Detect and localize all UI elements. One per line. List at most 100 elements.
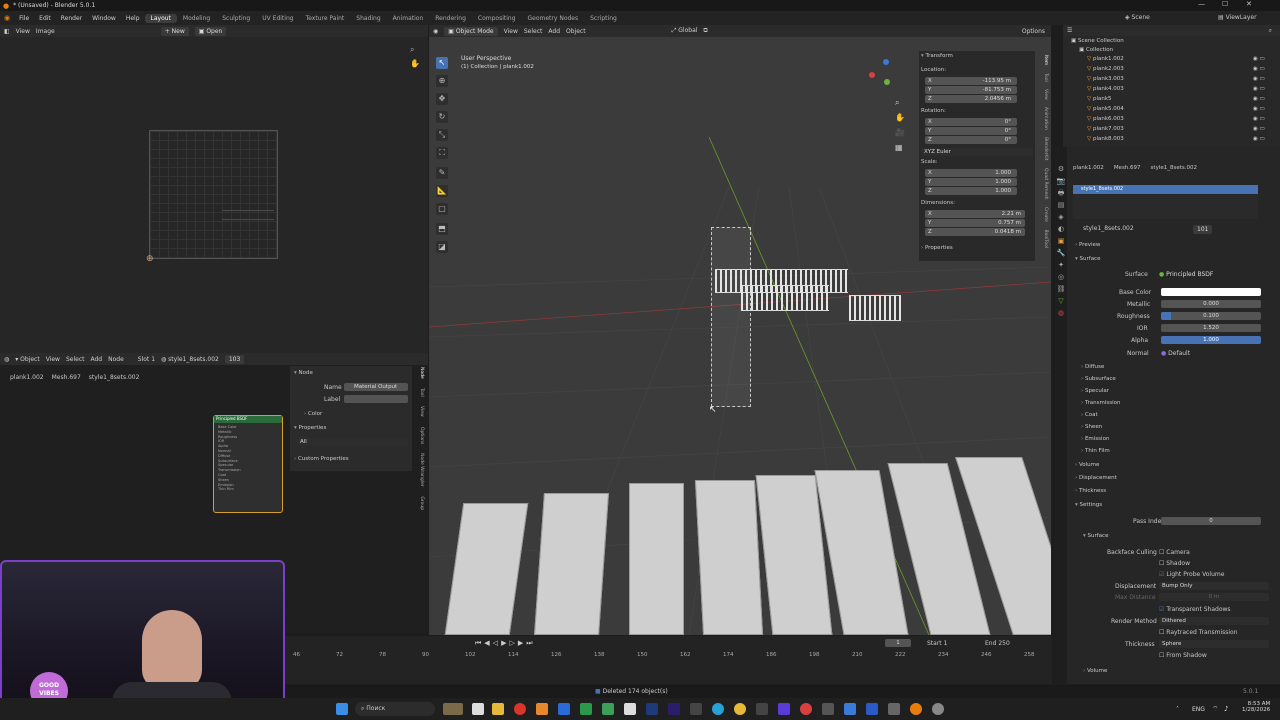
- particles-tab-icon[interactable]: ✦: [1055, 259, 1067, 271]
- rotation-z-field[interactable]: Z 0°: [925, 136, 1017, 144]
- app-icon[interactable]: [558, 703, 570, 715]
- vp-tab-blenderkit[interactable]: BlenderKit: [1043, 137, 1048, 160]
- camera-checkbox[interactable]: ☐ Camera: [1159, 549, 1190, 556]
- tab-layout[interactable]: Layout: [144, 13, 177, 23]
- material-users-count[interactable]: 103: [224, 354, 245, 364]
- outliner-object-row[interactable]: ▽ plank8.003 ◉ ▭: [1063, 136, 1280, 146]
- dimension-x-field[interactable]: X 2.21 m: [925, 210, 1025, 218]
- menu-help[interactable]: Help: [121, 15, 145, 22]
- surface-subsection[interactable]: Specular: [1081, 388, 1109, 394]
- vp-tab-booltool[interactable]: BoolTool: [1043, 230, 1048, 249]
- node-properties-section[interactable]: Properties: [294, 425, 327, 431]
- node-editor-type-icon[interactable]: ◍: [4, 356, 9, 363]
- blender-menu-icon[interactable]: ◉: [4, 14, 10, 22]
- outliner-object-row[interactable]: ▽ plank3.003 ◉ ▭: [1063, 76, 1280, 86]
- node-add-menu[interactable]: Add: [90, 356, 102, 363]
- outliner-object-row[interactable]: ▽ plank4.003 ◉ ▭: [1063, 86, 1280, 96]
- normal-select[interactable]: ● Default: [1161, 350, 1190, 357]
- annotate-tool-icon[interactable]: ✎: [436, 167, 448, 179]
- app-icon[interactable]: [822, 703, 834, 715]
- app-icon[interactable]: [690, 703, 702, 715]
- language-indicator[interactable]: ENG: [1192, 706, 1205, 713]
- volume-section[interactable]: Volume: [1075, 462, 1099, 468]
- transform-tool-icon[interactable]: ⛶: [436, 147, 448, 159]
- outliner-object-row[interactable]: ▽ plank1.002 ◉ ▭: [1063, 56, 1280, 66]
- blender-taskbar-icon[interactable]: [910, 703, 922, 715]
- viewport-view-menu[interactable]: View: [504, 28, 518, 35]
- image-new-button[interactable]: + New: [160, 26, 189, 36]
- pan-hand-icon[interactable]: ✋: [410, 59, 420, 68]
- scale-z-field[interactable]: Z 1.000: [925, 187, 1017, 195]
- material-tab-icon[interactable]: ◍: [1055, 307, 1067, 319]
- surface-subsection[interactable]: Transmission: [1081, 400, 1121, 406]
- tab-geometry-nodes[interactable]: Geometry Nodes: [522, 14, 585, 23]
- world-tab-icon[interactable]: ◐: [1055, 223, 1067, 235]
- visibility-eye-icon[interactable]: ◉ ▭: [1253, 116, 1265, 122]
- scene-selector[interactable]: ◈ Scene: [1125, 14, 1150, 21]
- file-explorer-icon[interactable]: [492, 703, 504, 715]
- node-tab-view[interactable]: View: [419, 406, 424, 417]
- minimize-button[interactable]: —: [1198, 0, 1205, 8]
- tab-animation[interactable]: Animation: [387, 14, 430, 23]
- outliner-object-row[interactable]: ▽ plank5.004 ◉ ▭: [1063, 106, 1280, 116]
- node-color-section[interactable]: Color: [304, 411, 322, 417]
- app-icon[interactable]: [580, 703, 592, 715]
- telegram-icon[interactable]: [712, 703, 724, 715]
- node-section[interactable]: Node: [294, 370, 313, 376]
- surface-subsection[interactable]: Subsurface: [1081, 376, 1116, 382]
- transparent-shadows-checkbox[interactable]: ☑ Transparent Shadows: [1159, 606, 1231, 613]
- render-method-select[interactable]: Dithered: [1159, 617, 1269, 625]
- visibility-eye-icon[interactable]: ◉ ▭: [1253, 96, 1265, 102]
- node-tab-tool[interactable]: Tool: [419, 388, 424, 397]
- material-user-count[interactable]: 101: [1193, 225, 1213, 234]
- plank-object[interactable]: [629, 483, 684, 635]
- visibility-eye-icon[interactable]: ◉ ▭: [1253, 106, 1265, 112]
- surface-subsection[interactable]: Coat: [1081, 412, 1098, 418]
- node-view-menu[interactable]: View: [46, 356, 60, 363]
- dimension-y-field[interactable]: Y 0.757 m: [925, 219, 1025, 227]
- scale-tool-icon[interactable]: ⤡: [436, 129, 448, 141]
- outliner-type-icon[interactable]: ☰: [1067, 27, 1072, 34]
- tab-sculpting[interactable]: Sculpting: [216, 14, 256, 23]
- displacement-section[interactable]: Displacement: [1075, 475, 1117, 481]
- tool-tab-icon[interactable]: ⚙: [1055, 163, 1067, 175]
- node-tab-node[interactable]: Node: [419, 367, 424, 379]
- location-x-field[interactable]: X -113.95 m: [925, 77, 1017, 85]
- preview-section[interactable]: Preview: [1075, 242, 1100, 248]
- timeline-ruler[interactable]: 46 72 78 90 102 114 126 138 150 162 174 186 198 210 22…: [285, 652, 1052, 660]
- ortho-toggle-icon[interactable]: ▦: [895, 143, 903, 152]
- data-tab-icon[interactable]: ▽: [1055, 295, 1067, 307]
- node-tab-group[interactable]: Group: [419, 496, 424, 510]
- 3d-viewport[interactable]: ◉ ▣ Object Mode View Select Add Object ⤢…: [429, 25, 1051, 635]
- settings-section[interactable]: Settings: [1075, 502, 1103, 508]
- visibility-eye-icon[interactable]: ◉ ▭: [1253, 76, 1265, 82]
- network-icon[interactable]: ⌔: [1212, 705, 1219, 714]
- surface-subsection[interactable]: Emission: [1081, 436, 1109, 442]
- premiere-icon[interactable]: [668, 703, 680, 715]
- add-cube-tool-icon[interactable]: ▢: [436, 203, 448, 215]
- app-icon[interactable]: [624, 703, 636, 715]
- viewport-object-menu[interactable]: Object: [566, 28, 586, 35]
- rotation-y-field[interactable]: Y 0°: [925, 127, 1017, 135]
- material-select[interactable]: ◍ style1_8sets.002: [161, 356, 219, 363]
- tray-arrow-icon[interactable]: ˄: [1176, 706, 1179, 713]
- raytraced-checkbox[interactable]: ☐ Raytraced Transmission: [1159, 629, 1238, 636]
- image-open-button[interactable]: ▣ Open: [194, 26, 227, 36]
- outliner-filter-icon[interactable]: ⌕: [1269, 27, 1272, 35]
- vp-tab-animation[interactable]: Animation: [1043, 107, 1048, 130]
- chrome-icon[interactable]: [734, 703, 746, 715]
- settings-volume-section[interactable]: Volume: [1083, 668, 1107, 674]
- taskbar-search[interactable]: ⌕ Поиск: [355, 702, 435, 716]
- render-tab-icon[interactable]: 📷: [1055, 175, 1067, 187]
- thickness-section[interactable]: Thickness: [1075, 488, 1106, 494]
- fence-object-3[interactable]: [849, 295, 901, 321]
- current-frame-field[interactable]: 1: [885, 639, 911, 647]
- constraints-tab-icon[interactable]: ⛓: [1055, 283, 1067, 295]
- plank-object[interactable]: [694, 480, 764, 635]
- menu-render[interactable]: Render: [56, 15, 87, 22]
- select-box-tool-icon[interactable]: ↖: [436, 57, 448, 69]
- menu-window[interactable]: Window: [87, 15, 121, 22]
- displacement-select[interactable]: Bump Only: [1159, 582, 1269, 590]
- view-layer-selector[interactable]: ▤ ViewLayer: [1218, 14, 1257, 21]
- node-tab-node-wrangler[interactable]: Node Wrangler: [419, 453, 424, 487]
